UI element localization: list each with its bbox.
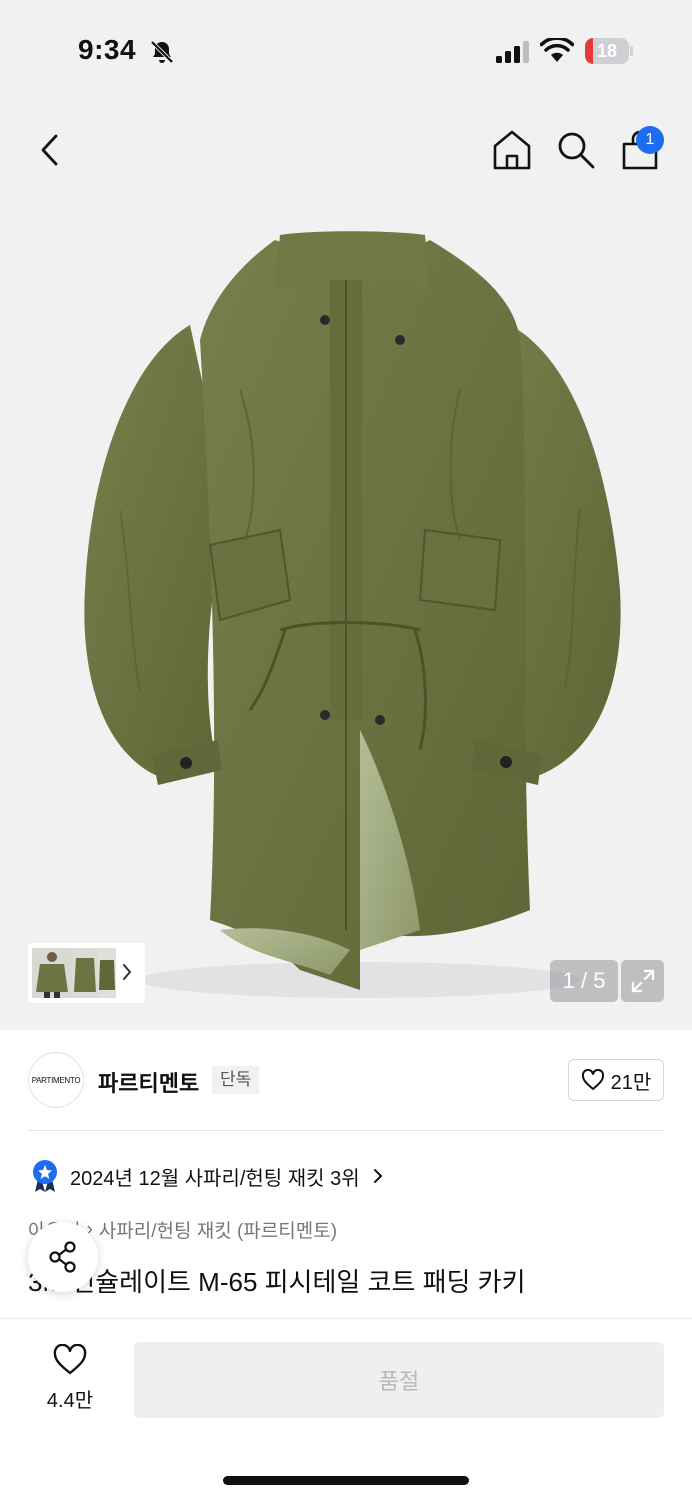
wifi-icon [540, 38, 574, 62]
ranking-text: 2024년 12월 사파리/헌팅 재킷 3위 [70, 1167, 360, 1190]
coat-thumbnail [72, 948, 98, 998]
battery-level: 18 [596, 41, 618, 61]
heart-icon [581, 1069, 604, 1090]
chevron-right-icon [123, 964, 131, 980]
person-in-coat-thumbnail [32, 948, 72, 998]
home-indicator [223, 1476, 469, 1485]
search-icon[interactable] [554, 128, 598, 172]
coat-thumbnail [98, 948, 116, 998]
expand-image-button[interactable] [621, 960, 664, 1002]
brand-name[interactable]: 파르티멘토 [98, 1066, 199, 1098]
image-counter-current: 1 [562, 968, 575, 993]
wishlist-button[interactable]: 4.4만 [30, 1344, 110, 1414]
chevron-right-icon [373, 1169, 382, 1183]
status-bar: 9:34 18 [0, 0, 692, 100]
exclusive-badge: 단독 [212, 1066, 260, 1094]
share-icon [49, 1241, 76, 1273]
thumbnail-image[interactable] [32, 948, 72, 998]
wishlist-count: 4.4만 [46, 1390, 94, 1412]
product-photo-coat[interactable] [60, 210, 640, 1010]
heart-icon [53, 1344, 87, 1375]
ranking-link[interactable]: 2024년 12월 사파리/헌팅 재킷 3위 [30, 1158, 384, 1194]
image-counter-total: 5 [593, 968, 606, 993]
ranking-medal-icon [33, 1160, 57, 1192]
image-counter: 1 / 5 [550, 960, 618, 1002]
expand-icon [631, 969, 654, 993]
cart-badge: 1 [636, 126, 664, 154]
brand-like-count: 21만 [610, 1071, 652, 1094]
back-button[interactable] [30, 128, 70, 172]
sold-out-button[interactable]: 품절 [134, 1342, 664, 1418]
brand-logo[interactable]: PARTIMENTO [28, 1052, 84, 1108]
divider [28, 1130, 664, 1131]
image-counter-separator: / [580, 968, 588, 993]
home-icon[interactable] [490, 126, 534, 174]
product-title: 3M 신슐레이트 M-65 피시테일 코트 패딩 카키 [28, 1267, 526, 1297]
product-gallery[interactable]: 9:34 18 1 1 / 5 [0, 0, 692, 1030]
back-chevron-icon [41, 134, 58, 166]
share-button[interactable] [28, 1222, 98, 1292]
bell-slash-icon [150, 40, 174, 64]
brand-logo-text: PARTIMENTO [31, 1075, 81, 1085]
battery-charging-icon: 18 [585, 38, 633, 64]
thumbnail-strip[interactable] [28, 943, 145, 1003]
brand-like-button[interactable]: 21만 [568, 1059, 664, 1101]
thumbnail-image[interactable] [98, 948, 116, 998]
status-time: 9:34 [78, 34, 137, 65]
thumbnail-image[interactable] [72, 948, 98, 998]
breadcrumb-item-category[interactable]: 사파리/헌팅 재킷 (파르티멘토) [99, 1216, 337, 1243]
signal-icon [496, 41, 529, 63]
